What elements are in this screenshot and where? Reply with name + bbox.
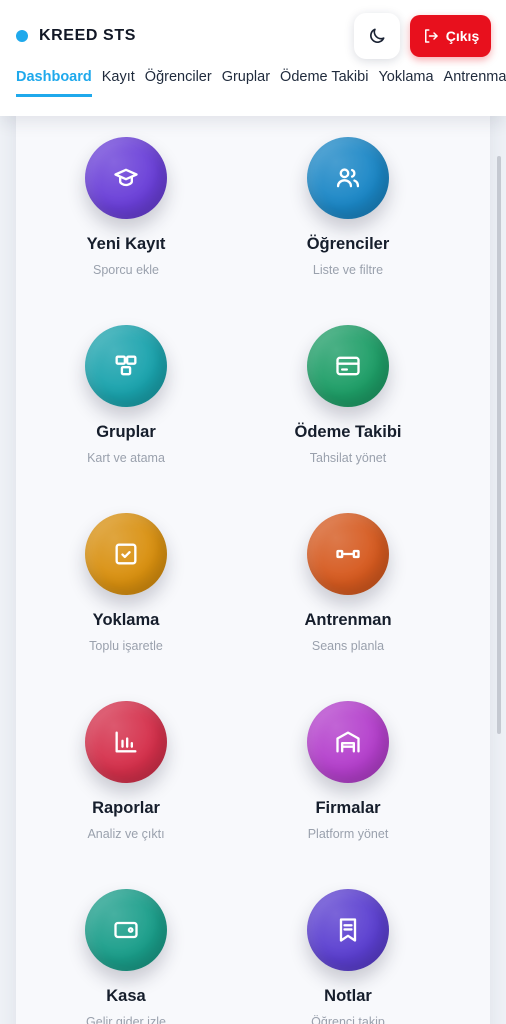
tile-icon-circle [307,701,389,783]
tab-odeme-takibi[interactable]: Ödeme Takibi [280,66,368,97]
tile-yoklama[interactable]: Yoklama Toplu işaretle [16,513,236,673]
app-header: KREED STS Çıkış Dashboard Kayıt Öğrencil… [0,0,506,116]
tile-title: Firmalar [315,799,381,817]
tile-icon-circle [307,513,389,595]
tile-icon-circle [85,325,167,407]
tile-subtitle: Öğrenci takip [311,1015,385,1024]
tile-antrenman[interactable]: Antrenman Seans planla [238,513,458,673]
nav-tabs: Dashboard Kayıt Öğrenciler Gruplar Ödeme… [16,66,506,102]
tab-dashboard[interactable]: Dashboard [16,66,92,97]
tile-title: Yoklama [92,611,160,629]
notes-icon [334,916,362,944]
tile-title: Notlar [324,987,372,1005]
tile-ogrenciler[interactable]: Öğrenciler Liste ve filtre [238,137,458,297]
tile-raporlar[interactable]: Raporlar Analiz ve çıktı [16,701,236,861]
tile-title: Antrenman [304,611,392,629]
logout-label: Çıkış [445,28,480,44]
tile-title: Gruplar [96,423,156,441]
tile-icon-circle [307,889,389,971]
tile-icon-circle [85,889,167,971]
tile-subtitle: Tahsilat yönet [309,451,387,465]
bar-chart-icon [112,728,140,756]
graduation-cap-icon [112,164,140,192]
tile-odeme-takibi[interactable]: Ödeme Takibi Tahsilat yönet [238,325,458,485]
warehouse-icon [334,728,362,756]
logout-button[interactable]: Çıkış [410,15,491,57]
tile-subtitle: Toplu işaretle [89,639,163,653]
tile-subtitle: Sporcu ekle [92,263,159,277]
tile-firmalar[interactable]: Firmalar Platform yönet [238,701,458,861]
tab-gruplar[interactable]: Gruplar [222,66,270,97]
tile-title: Kasa [106,987,146,1005]
tile-title: Raporlar [92,799,160,817]
tile-icon-circle [307,325,389,407]
tile-subtitle: Liste ve filtre [312,263,384,277]
tile-subtitle: Analiz ve çıktı [87,827,165,841]
tile-subtitle: Gelir gider izle [86,1015,166,1024]
brand: KREED STS [16,27,136,45]
tile-subtitle: Seans planla [311,639,385,653]
tab-antrenman[interactable]: Antrenman [444,66,506,97]
tile-kasa[interactable]: Kasa Gelir gider izle [16,889,236,1024]
wallet-icon [112,916,140,944]
tile-title: Yeni Kayıt [86,235,166,253]
tile-subtitle: Platform yönet [307,827,389,841]
tab-ogrenciler[interactable]: Öğrenciler [145,66,212,97]
dumbbell-icon [334,540,362,568]
tile-gruplar[interactable]: Gruplar Kart ve atama [16,325,236,485]
credit-card-icon [334,352,362,380]
brand-dot [16,30,28,42]
tile-icon-circle [85,701,167,783]
tab-kayit[interactable]: Kayıt [102,66,135,97]
logout-icon [422,27,440,45]
tile-title: Ödeme Takibi [294,423,402,441]
checkbox-icon [112,540,140,568]
tile-icon-circle [85,513,167,595]
scrollbar-thumb[interactable] [497,156,501,734]
tile-icon-circle [307,137,389,219]
brand-name: KREED STS [39,27,136,44]
tile-icon-circle [85,137,167,219]
tab-yoklama[interactable]: Yoklama [378,66,433,97]
tile-notlar[interactable]: Notlar Öğrenci takip [238,889,458,1024]
users-icon [334,164,362,192]
moon-icon [367,26,387,46]
theme-toggle-button[interactable] [354,13,400,59]
tile-title: Öğrenciler [306,235,390,253]
tile-subtitle: Kart ve atama [87,451,165,465]
groups-icon [112,352,140,380]
tile-yeni-kayit[interactable]: Yeni Kayıt Sporcu ekle [16,137,236,297]
